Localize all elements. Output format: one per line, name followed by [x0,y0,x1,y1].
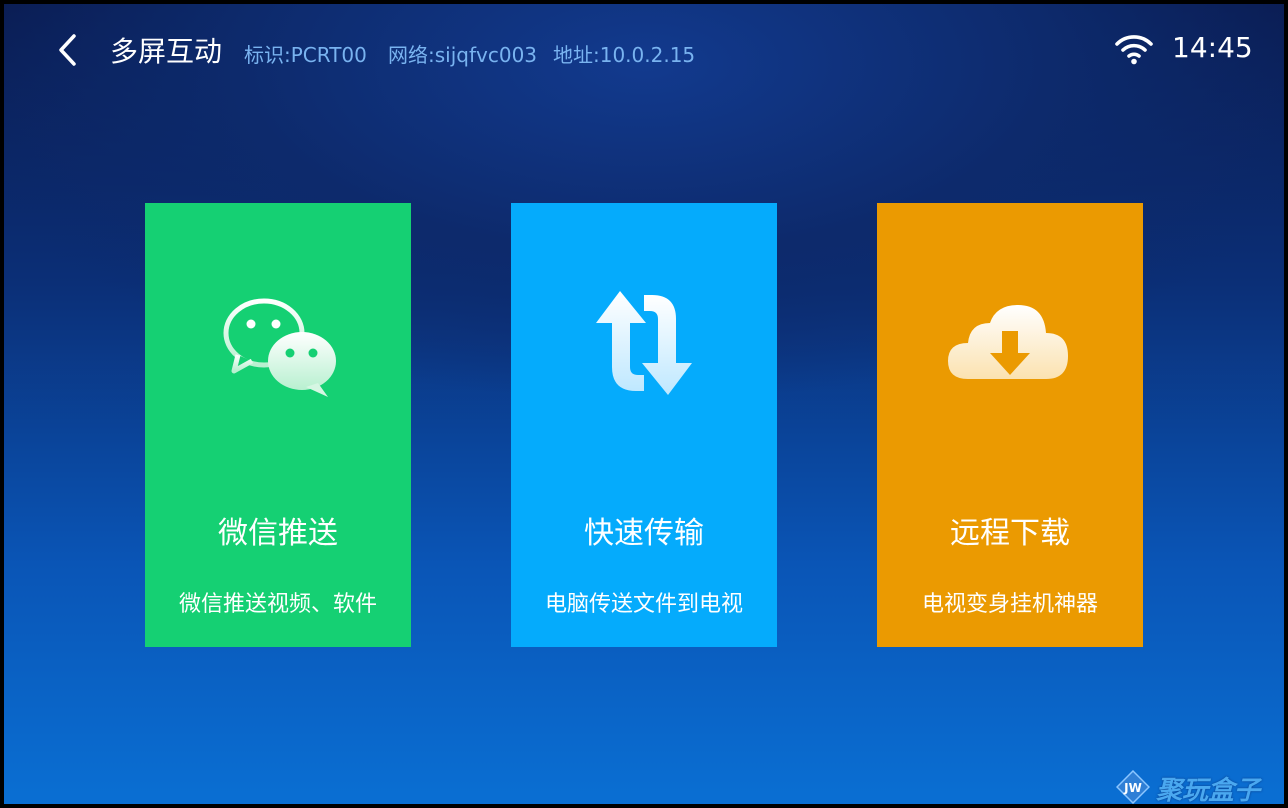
page-title: 多屏互动 [110,35,223,68]
card-title: 快速传输 [584,516,704,551]
cloud-download-icon [940,283,1080,403]
ip-address-label: 地址:10.0.2.15 [553,43,696,67]
remote-download-card[interactable]: 远程下载 电视变身挂机神器 [877,203,1143,647]
wifi-icon [1114,32,1154,66]
network-label: 网络:sijqfvc003 [388,43,538,67]
back-arrow-icon [59,34,76,66]
clock: 14:45 [1172,31,1253,64]
wechat-icon [208,283,348,403]
transfer-arrows-icon [574,283,714,403]
card-subtitle: 电脑传送文件到电视 [544,592,743,617]
watermark-logo-icon: JW [1115,769,1151,804]
top-bar: 多屏互动 标识:PCRT00 网络:sijqfvc003 地址:10.0.2.1… [4,4,1284,96]
watermark-logo-text: JW [1123,781,1142,795]
card-title: 微信推送 [218,516,338,551]
card-title: 远程下载 [950,516,1070,551]
wechat-push-card[interactable]: 微信推送 微信推送视频、软件 [145,203,411,647]
watermark: JW 聚玩盒子 [1114,768,1284,804]
watermark-text: 聚玩盒子 [1156,776,1261,804]
fast-transfer-card[interactable]: 快速传输 电脑传送文件到电视 [511,203,777,647]
card-subtitle: 电视变身挂机神器 [921,592,1098,617]
screen: 多屏互动 标识:PCRT00 网络:sijqfvc003 地址:10.0.2.1… [4,4,1284,804]
card-subtitle: 微信推送视频、软件 [178,592,377,617]
device-id-label: 标识:PCRT00 [244,43,367,67]
back-button[interactable] [52,30,84,70]
